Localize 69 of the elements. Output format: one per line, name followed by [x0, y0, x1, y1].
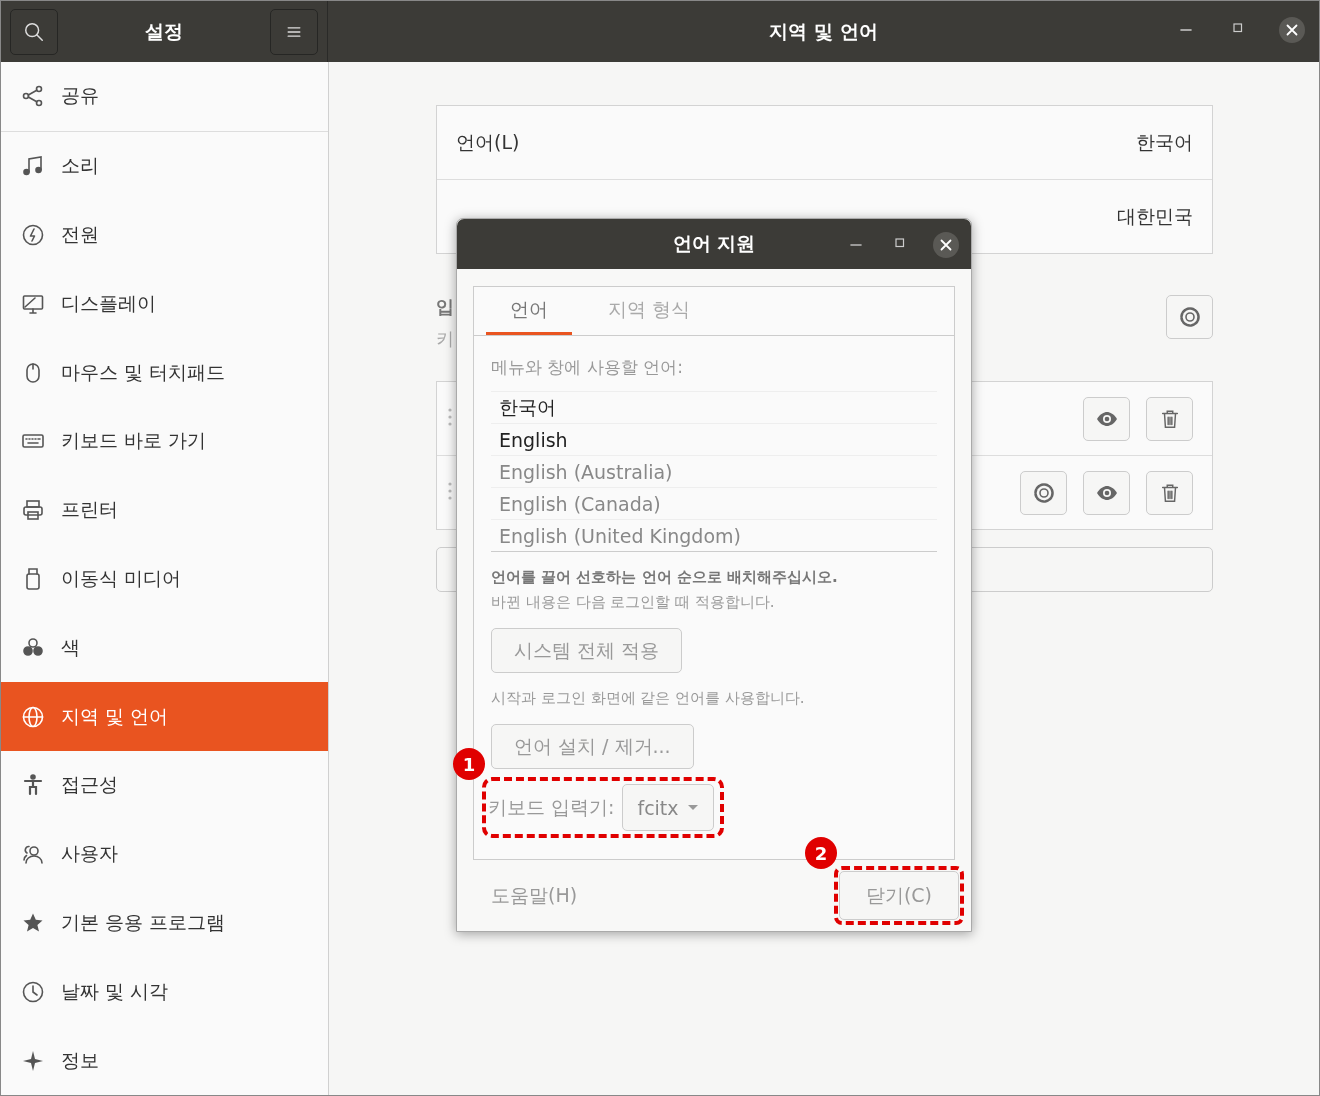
sidebar-item[interactable]: 소리 — [1, 131, 328, 201]
sidebar-label: 이동식 미디어 — [61, 565, 182, 591]
sidebar-label: 공유 — [61, 83, 99, 109]
hint-text: 언어를 끌어 선호하는 언어 순으로 배치해주십시오. — [491, 568, 838, 587]
sidebar-item[interactable]: 공유 — [1, 62, 328, 132]
search-button[interactable] — [10, 8, 58, 55]
sidebar-label: 날짜 및 시각 — [61, 978, 169, 1004]
sidebar-item[interactable]: 프린터 — [1, 475, 328, 545]
close-button[interactable] — [1279, 17, 1305, 43]
note-text: 시작과 로그인 화면에 같은 언어를 사용합니다. — [491, 689, 805, 708]
language-item[interactable]: 한국어 — [491, 392, 937, 423]
sidebar-label: 정보 — [61, 1047, 99, 1073]
sidebar-item[interactable]: 이동식 미디어 — [1, 544, 328, 614]
remove-button[interactable] — [1146, 470, 1193, 515]
power-icon — [21, 223, 45, 247]
number-badge: 1 — [453, 748, 485, 780]
sidebar-item[interactable]: 접근성 — [1, 750, 328, 820]
sidebar-label: 사용자 — [61, 841, 118, 867]
setting-label: 언어(L) — [456, 129, 520, 155]
show-layout-button[interactable] — [1083, 396, 1130, 441]
section-title: 입 — [436, 295, 454, 319]
sidebar-label: 키보드 바로 가기 — [61, 428, 207, 454]
sidebar-label: 접근성 — [61, 772, 118, 798]
list-label: 메뉴와 창에 사용할 언어: — [491, 356, 683, 379]
sidebar-label: 지역 및 언어 — [61, 703, 169, 729]
menu-button[interactable] — [270, 8, 318, 55]
window-title: 지역 및 언어 — [769, 18, 878, 44]
globe-icon — [21, 704, 45, 729]
sidebar-item[interactable]: 정보 — [1, 1026, 328, 1095]
dialog-title: 언어 지원 — [672, 231, 756, 256]
section-subtitle: 키 — [436, 327, 454, 351]
close-button[interactable] — [933, 232, 959, 258]
language-item[interactable]: English — [491, 423, 937, 455]
sidebar-item[interactable]: 디스플레이 — [1, 269, 328, 339]
sidebar-label: 프린터 — [61, 497, 118, 523]
sidebar-item[interactable]: 사용자 — [1, 819, 328, 889]
tab[interactable]: 언어 — [486, 287, 572, 335]
sidebar-title: 설정 — [145, 18, 183, 44]
sidebar-label: 소리 — [61, 153, 99, 179]
sidebar-item[interactable]: 전원 — [1, 200, 328, 270]
drag-handle-icon — [447, 480, 453, 501]
input-method-label: 키보드 입력기: — [488, 794, 615, 820]
sidebar-item[interactable]: 지역 및 언어 — [1, 682, 328, 751]
clock-icon — [21, 979, 45, 1004]
setting-value: 대한민국 — [1117, 203, 1193, 229]
minimize-icon — [850, 244, 862, 246]
sidebar-item[interactable]: 기본 응용 프로그램 — [1, 888, 328, 958]
sidebar-item[interactable]: 날짜 및 시각 — [1, 957, 328, 1027]
settings-button[interactable] — [1166, 295, 1213, 339]
sidebar-item[interactable]: 색 — [1, 613, 328, 683]
sidebar-label: 마우스 및 터치패드 — [61, 359, 226, 385]
settings-button[interactable] — [1020, 470, 1067, 515]
caret-icon — [686, 804, 699, 811]
search-icon — [23, 20, 45, 43]
remove-button[interactable] — [1146, 396, 1193, 441]
show-layout-button[interactable] — [1083, 470, 1130, 515]
accessibility-icon — [21, 773, 45, 798]
sidebar-label: 전원 — [61, 222, 99, 247]
setting-value: 한국어 — [1136, 129, 1193, 155]
drag-handle-icon — [447, 406, 453, 427]
sidebar-label: 기본 응용 프로그램 — [61, 909, 226, 935]
sidebar-item[interactable]: 마우스 및 터치패드 — [1, 338, 328, 407]
sidebar-label: 색 — [61, 634, 80, 660]
minimize-icon — [1180, 29, 1192, 31]
sidebar-label: 디스플레이 — [61, 290, 156, 316]
share-icon — [21, 84, 45, 109]
printer-icon — [21, 498, 45, 523]
note-text: 바뀐 내용은 다음 로그인할 때 적용합니다. — [491, 593, 775, 612]
sidebar-item[interactable]: 키보드 바로 가기 — [1, 407, 328, 476]
